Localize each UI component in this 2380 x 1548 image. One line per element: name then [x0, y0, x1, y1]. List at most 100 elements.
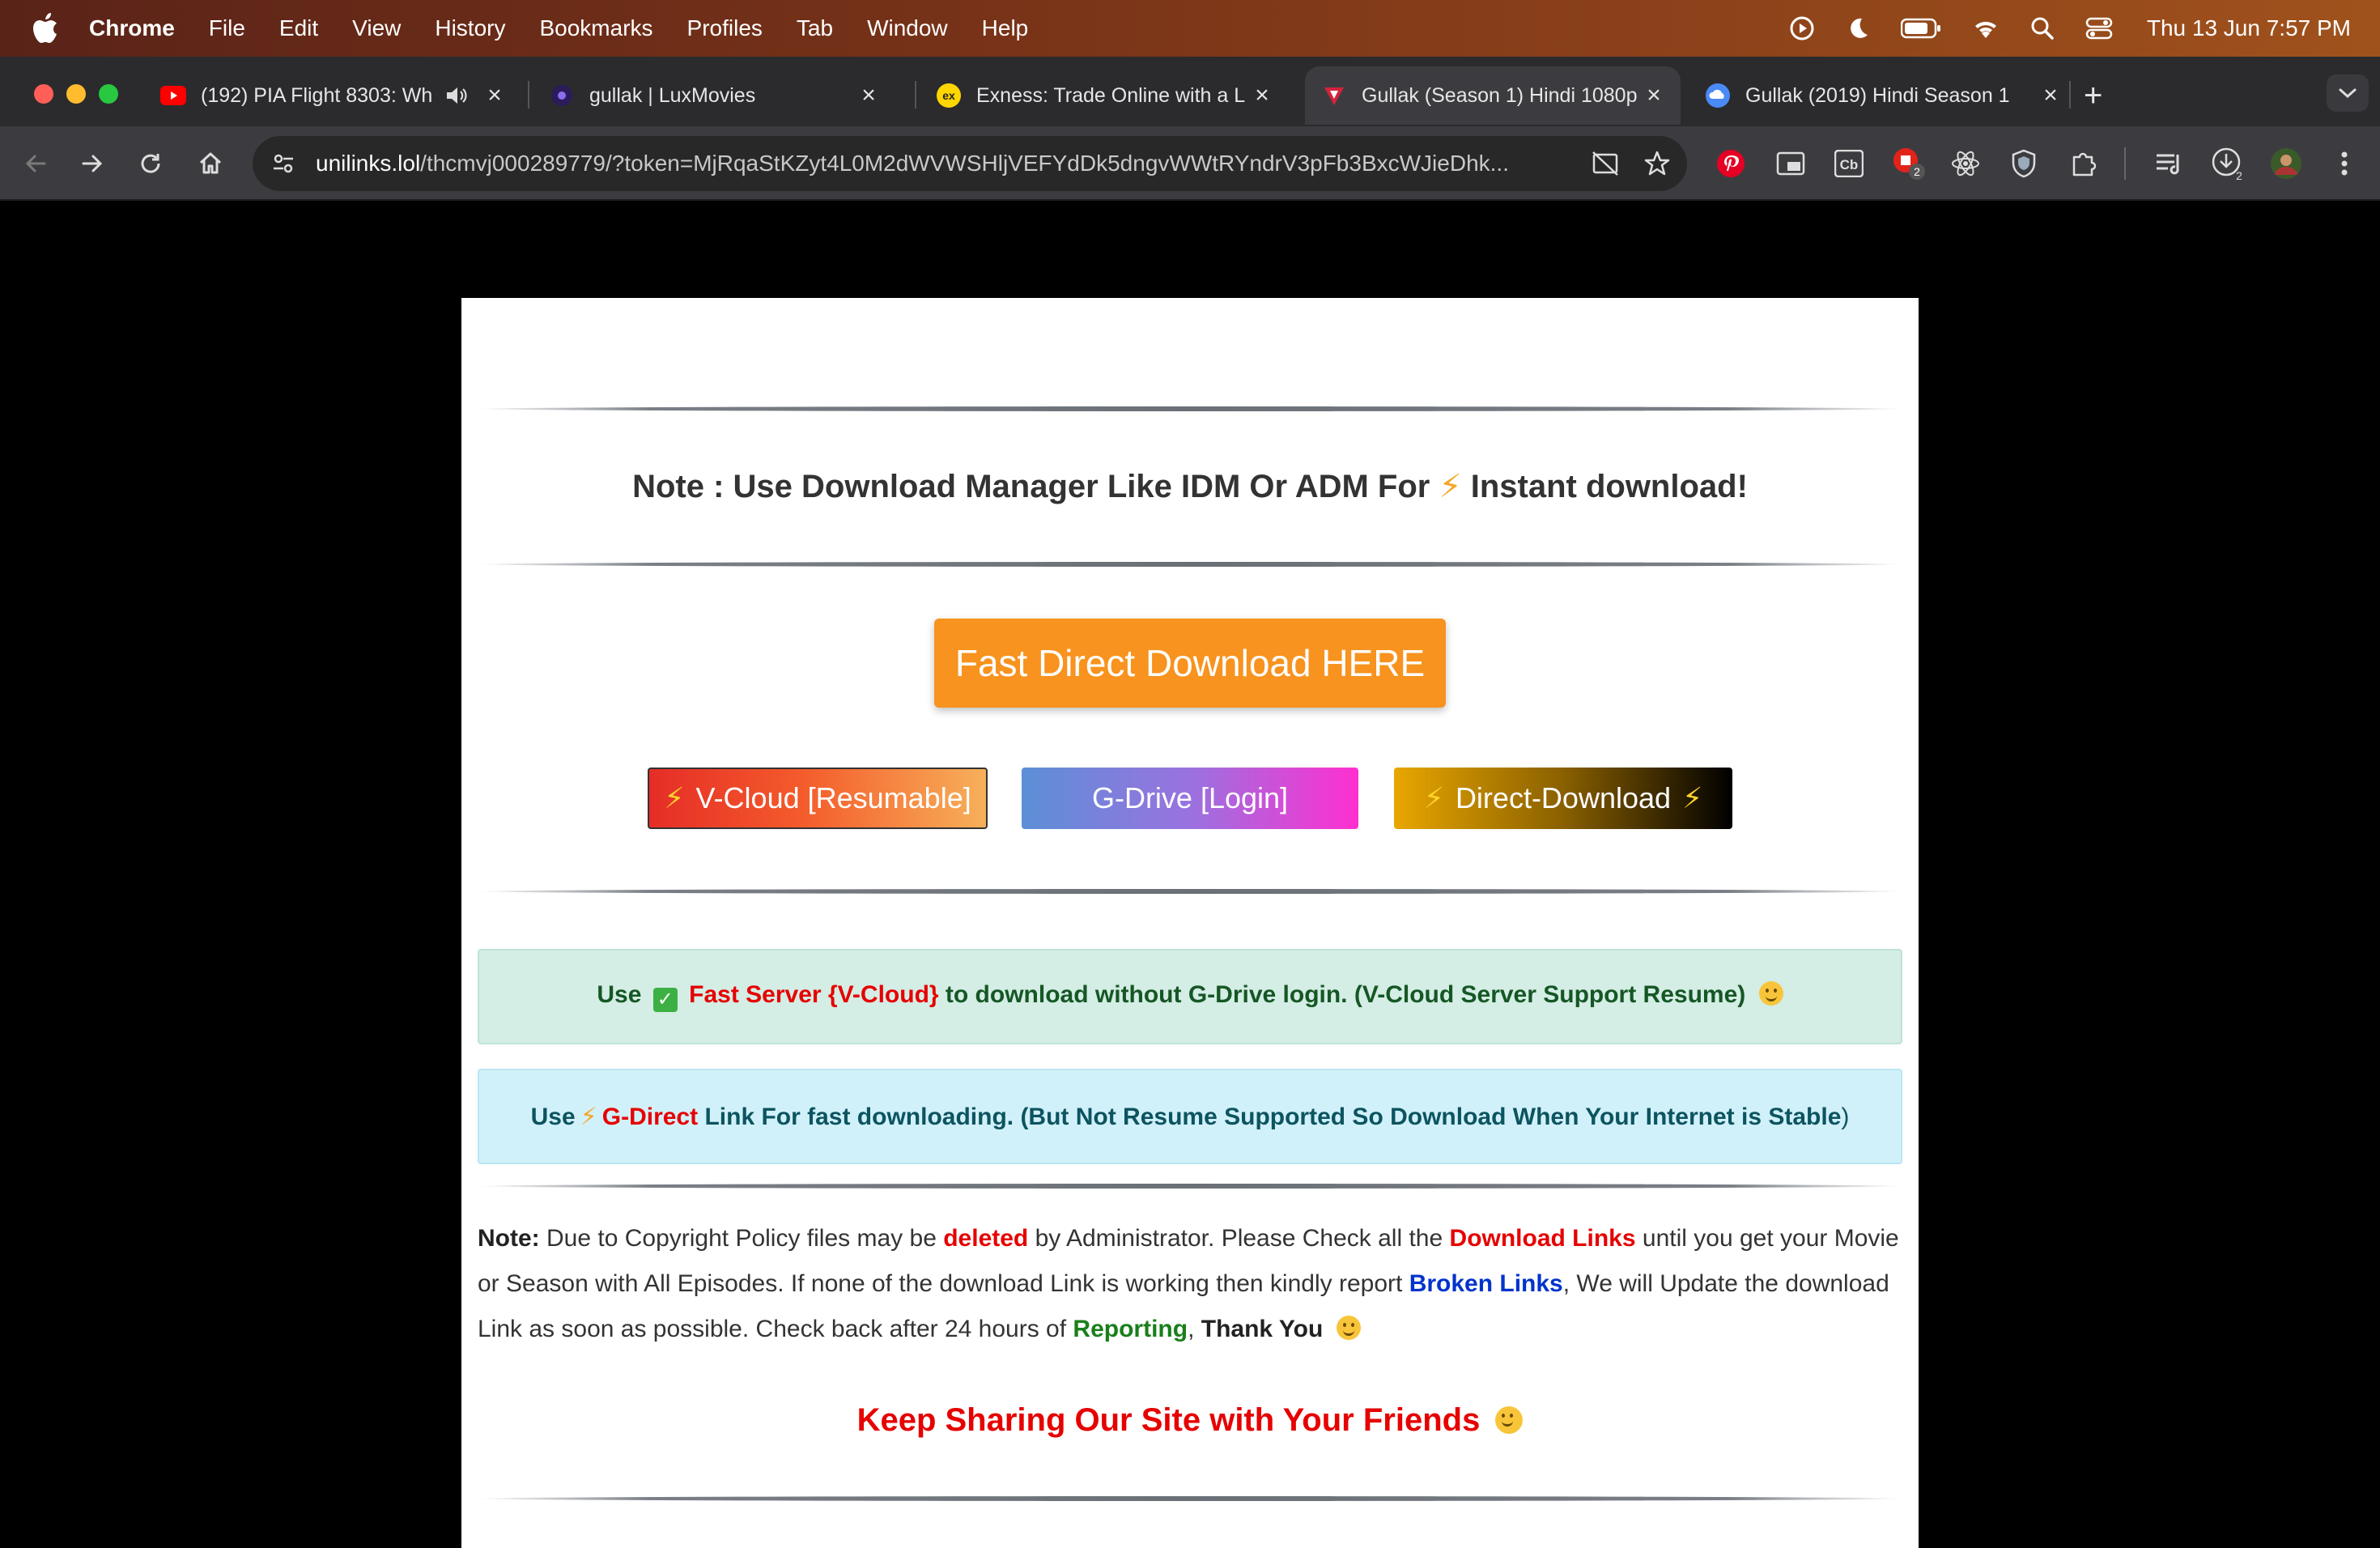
adblock-icon[interactable]: 2 — [1891, 146, 1927, 181]
forward-button[interactable] — [76, 147, 108, 180]
divider — [478, 562, 1902, 567]
moon-icon[interactable] — [1846, 16, 1870, 40]
svg-text:Cb: Cb — [1840, 157, 1859, 172]
svg-text:ex: ex — [942, 89, 955, 102]
tab-search-button[interactable] — [2327, 74, 2369, 112]
menu-chrome[interactable]: Chrome — [89, 15, 175, 41]
close-tab-button[interactable]: × — [1642, 82, 1666, 108]
close-window-button[interactable] — [34, 84, 53, 104]
menu-bookmarks[interactable]: Bookmarks — [539, 15, 652, 41]
menu-profiles[interactable]: Profiles — [687, 15, 763, 41]
lightning-icon: ⚡ — [580, 1103, 597, 1130]
picture-in-picture-icon[interactable] — [1773, 146, 1808, 181]
downloads-badge: 2 — [2236, 169, 2242, 181]
minimize-window-button[interactable] — [66, 84, 86, 104]
note-text: by Administrator. Please Check all the — [1035, 1225, 1443, 1252]
pinterest-icon[interactable] — [1713, 146, 1749, 181]
menu-view[interactable]: View — [352, 15, 401, 41]
browser-tab-strip: (192) PIA Flight 8303: Wh × gullak | Lux… — [0, 57, 2380, 126]
play-status-icon[interactable] — [1789, 15, 1815, 41]
note-heading-prefix: Note : Use Download Manager Like IDM Or … — [632, 469, 1430, 504]
control-center-icon[interactable] — [2085, 16, 2113, 40]
menu-tab[interactable]: Tab — [797, 15, 833, 41]
exness-icon: ex — [936, 83, 962, 108]
close-tab-button[interactable]: × — [1250, 82, 1274, 108]
bookmark-star-icon[interactable] — [1643, 150, 1671, 177]
maximize-window-button[interactable] — [99, 84, 118, 104]
address-bar[interactable]: unilinks.lol/thcmvj000289779/?token=MjRq… — [253, 136, 1687, 191]
menu-help[interactable]: Help — [982, 15, 1029, 41]
media-queue-icon[interactable] — [2152, 146, 2187, 181]
site-info-icon[interactable] — [270, 151, 296, 176]
cb-extension-icon[interactable]: Cb — [1831, 146, 1867, 181]
download-links-text: Download Links — [1449, 1225, 1636, 1252]
chevron-down-icon — [2339, 88, 2357, 99]
wifi-icon[interactable] — [1972, 17, 2000, 40]
smiley-icon — [1495, 1406, 1524, 1434]
adblock-badge: 2 — [1914, 165, 1920, 178]
downloads-icon[interactable]: 2 — [2210, 146, 2246, 181]
new-tab-button[interactable]: + — [2084, 79, 2102, 112]
menu-history[interactable]: History — [435, 15, 505, 41]
back-button[interactable] — [19, 147, 52, 180]
lightning-icon: ⚡ — [1682, 781, 1703, 814]
gdirect-text: G-Direct — [601, 1103, 699, 1130]
close-tab-button[interactable]: × — [856, 82, 881, 108]
divider — [478, 1496, 1902, 1501]
note-label: Note: — [478, 1225, 540, 1252]
site-icon — [1321, 83, 1347, 108]
copyright-note-paragraph: Note: Due to Copyright Policy files may … — [478, 1216, 1902, 1352]
direct-download-button[interactable]: ⚡ Direct-Download ⚡ — [1394, 768, 1732, 829]
shield-icon[interactable] — [2006, 146, 2042, 181]
note-text: , — [1188, 1316, 1195, 1342]
menu-edit[interactable]: Edit — [279, 15, 318, 41]
tab-title: Exness: Trade Online with a L — [976, 83, 1246, 107]
cloud-icon — [1705, 83, 1731, 108]
reload-button[interactable] — [134, 147, 167, 180]
fast-server-text: Fast Server {V-Cloud} — [689, 981, 939, 1008]
url-text[interactable]: unilinks.lol/thcmvj000289779/?token=MjRq… — [316, 151, 1575, 176]
close-tab-button[interactable]: × — [482, 82, 507, 108]
tab-luxmovies[interactable]: gullak | LuxMovies × — [533, 66, 895, 125]
tab-title: (192) PIA Flight 8303: Wh — [201, 83, 433, 107]
broken-links-link[interactable]: Broken Links — [1409, 1270, 1563, 1297]
home-icon — [199, 152, 222, 174]
extensions-puzzle-icon[interactable] — [2066, 146, 2102, 181]
toolbar-separator — [2124, 147, 2126, 180]
tab-gullak-season1[interactable]: Gullak (Season 1) Hindi 1080p × — [1305, 66, 1681, 125]
tab-separator — [915, 81, 916, 108]
tab-gullak-2019[interactable]: Gullak (2019) Hindi Season 1 × — [1689, 66, 2077, 125]
home-button[interactable] — [194, 147, 227, 180]
close-tab-button[interactable]: × — [2038, 82, 2063, 108]
spotlight-search-icon[interactable] — [2030, 16, 2055, 40]
fast-direct-download-button[interactable]: Fast Direct Download HERE — [934, 619, 1446, 708]
lightning-icon: ⚡ — [1439, 469, 1462, 504]
apple-icon[interactable] — [29, 12, 62, 45]
info-rest-text: to download without G-Drive login. (V-Cl… — [945, 981, 1746, 1008]
tab-pia-flight[interactable]: (192) PIA Flight 8303: Wh × — [144, 66, 521, 125]
menu-window[interactable]: Window — [867, 15, 948, 41]
gdrive-download-button[interactable]: G-Drive [Login] — [1022, 768, 1358, 829]
speaker-icon[interactable] — [445, 85, 468, 106]
smiley-icon — [1758, 981, 1783, 1006]
info-use-text: Use — [597, 981, 642, 1008]
divider — [478, 406, 1902, 411]
menu-file[interactable]: File — [209, 15, 245, 41]
download-manager-note: Note : Use Download Manager Like IDM Or … — [461, 468, 1919, 505]
direct-download-label: Direct-Download — [1455, 781, 1672, 814]
battery-icon[interactable] — [1900, 18, 1941, 39]
note-heading-suffix: Instant download! — [1470, 469, 1748, 504]
menu-kebab-icon[interactable] — [2327, 146, 2362, 181]
divider — [478, 889, 1902, 894]
cast-blocked-icon[interactable] — [1592, 151, 1619, 176]
vcloud-download-button[interactable]: ⚡ V-Cloud [Resumable] — [648, 768, 988, 829]
arrow-right-icon — [82, 155, 103, 172]
profile-avatar[interactable] — [2268, 146, 2304, 181]
react-devtools-icon[interactable] — [1948, 146, 1983, 181]
tab-separator — [2069, 81, 2071, 108]
tab-exness[interactable]: ex Exness: Trade Online with a L × — [920, 66, 1289, 125]
browser-toolbar: unilinks.lol/thcmvj000289779/?token=MjRq… — [0, 126, 2380, 201]
menu-bar-clock[interactable]: Thu 13 Jun 7:57 PM — [2147, 15, 2351, 41]
keep-sharing-heading: Keep Sharing Our Site with Your Friends — [461, 1402, 1919, 1439]
download-page-card: Note : Use Download Manager Like IDM Or … — [461, 298, 1919, 1548]
